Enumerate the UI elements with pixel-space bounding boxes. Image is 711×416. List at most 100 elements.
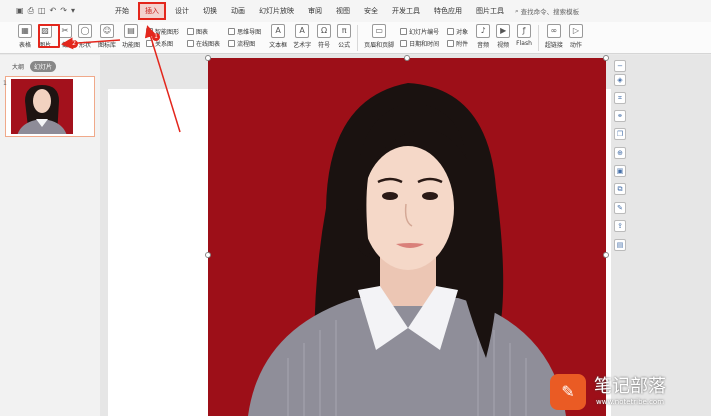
header-footer-button[interactable]: ▭ 页眉和页脚 — [364, 22, 394, 54]
tab-transition[interactable]: 切换 — [196, 0, 224, 22]
table-button[interactable]: ▦ 表格 — [18, 22, 32, 54]
flowchart-button[interactable]: 流程图 — [228, 39, 261, 48]
chart-button[interactable]: 图表 — [187, 27, 220, 36]
hyperlink-button[interactable]: ∞ 超链接 — [545, 22, 563, 54]
image-icon[interactable]: ▣ — [614, 165, 626, 177]
function-chart-button[interactable]: ▤ 功能图 — [122, 22, 140, 54]
redo-icon[interactable]: ↷ — [60, 7, 67, 15]
resize-handle-mid-left[interactable] — [205, 252, 211, 258]
resize-handle-top-right[interactable] — [603, 55, 609, 61]
mindmap-label: 思维导图 — [237, 28, 262, 36]
zoom-icon[interactable]: ⊕ — [614, 147, 626, 159]
mindmap-button[interactable]: 思维导图 — [228, 27, 261, 36]
object-button[interactable]: 对象 — [447, 27, 468, 36]
shape-label: 形状 — [78, 42, 91, 49]
action-button[interactable]: ▷ 动作 — [568, 22, 583, 54]
resize-handle-mid-right[interactable] — [603, 252, 609, 258]
online-chart-label: 在线图表 — [196, 40, 221, 48]
formula-label: 公式 — [338, 42, 351, 49]
portrait-image — [248, 83, 566, 416]
step-badge-2: 2 — [70, 40, 78, 48]
action-icon: ▷ — [568, 24, 583, 38]
flash-icon: ƒ — [517, 24, 532, 38]
link-icon[interactable]: ⚭ — [614, 110, 626, 122]
smartart-group: 智能图形 关系图 — [146, 22, 179, 52]
pencil-logo-icon: ✎ — [550, 374, 586, 410]
hyperlink-icon: ∞ — [546, 24, 561, 38]
slide-number-button[interactable]: 幻灯片编号 — [400, 27, 439, 36]
portrait-photo[interactable] — [208, 58, 606, 416]
object-group: 对象 附件 — [447, 22, 468, 52]
mindmap-group: 思维导图 流程图 — [228, 22, 261, 52]
shape-button[interactable]: ◯ 形状 — [78, 22, 92, 54]
tab-developer[interactable]: 开发工具 — [385, 0, 427, 22]
save-icon[interactable]: ▣ — [16, 7, 24, 15]
export-icon[interactable]: ⇪ — [614, 220, 626, 232]
tab-slides[interactable]: 幻灯片 — [30, 61, 57, 72]
symbol-button[interactable]: Ω 符号 — [317, 22, 332, 54]
tab-outline[interactable]: 大纲 — [12, 62, 24, 71]
crop-icon[interactable]: ⌗ — [614, 92, 626, 104]
tab-review[interactable]: 审阅 — [301, 0, 329, 22]
tab-view[interactable]: 视图 — [329, 0, 357, 22]
collapse-icon[interactable]: − — [614, 60, 626, 72]
slide-number-group: 幻灯片编号 日期和时间 — [400, 22, 439, 52]
tab-picture-tools[interactable]: 图片工具 — [469, 0, 511, 22]
header-footer-icon: ▭ — [372, 24, 387, 38]
search-label: 查找命令、搜索模板 — [520, 8, 580, 16]
slide-thumbnail[interactable] — [5, 76, 95, 137]
audio-icon: ♪ — [476, 24, 491, 38]
watermark: ✎ 笔记部落 www.notetribe.com — [548, 368, 711, 416]
duplicate-icon[interactable]: ⧉ — [614, 183, 626, 195]
tab-slideshow[interactable]: 幻灯片放映 — [252, 0, 301, 22]
ribbon-separator — [357, 25, 359, 51]
tab-security[interactable]: 安全 — [357, 0, 385, 22]
more-icon[interactable]: ▾ — [71, 7, 75, 15]
command-search[interactable]: ⌕ 查找命令、搜索模板 — [515, 6, 580, 17]
right-tool-strip: − ◈ ⌗ ⚭ ❐ ⊕ ▣ ⧉ ✎ ⇪ ▤ — [611, 55, 711, 416]
table-icon: ▦ — [18, 24, 32, 38]
flowchart-icon — [228, 39, 236, 47]
wordart-button[interactable]: A 艺术字 — [293, 22, 311, 54]
tab-special[interactable]: 特色应用 — [427, 0, 469, 22]
function-chart-icon: ▤ — [124, 24, 139, 38]
flash-button[interactable]: ƒ Flash — [516, 22, 532, 54]
copy-icon[interactable]: ❐ — [614, 128, 626, 140]
ribbon-tabs: 开始 插入 设计 切换 动画 幻灯片放映 审阅 视图 安全 开发工具 特色应用 … — [108, 0, 511, 22]
resize-handle-top-left[interactable] — [205, 55, 211, 61]
tab-home[interactable]: 开始 — [108, 0, 136, 22]
audio-button[interactable]: ♪ 音频 — [476, 22, 491, 54]
icon-library-button[interactable]: ☺ 图标库 — [98, 22, 116, 54]
slide-number-label: 幻灯片编号 — [409, 28, 440, 36]
quick-access-toolbar: ▣ ⎙ ◫ ↶ ↷ ▾ — [0, 7, 108, 15]
thumbnail-portrait-image — [17, 85, 67, 134]
print-icon[interactable]: ⎙ — [28, 7, 34, 15]
online-chart-button[interactable]: 在线图表 — [187, 39, 220, 48]
edit-icon[interactable]: ✎ — [614, 202, 626, 214]
video-button[interactable]: ▶ 视频 — [496, 22, 511, 54]
function-chart-label: 功能图 — [122, 42, 141, 49]
attachment-button[interactable]: 附件 — [447, 39, 468, 48]
tab-animation[interactable]: 动画 — [224, 0, 252, 22]
smartart-button[interactable]: 智能图形 — [146, 27, 179, 36]
flash-label: Flash — [516, 40, 532, 47]
resize-handle-top-center[interactable] — [404, 55, 410, 61]
layers-icon[interactable]: ◈ — [614, 74, 626, 86]
menu-bar: ▣ ⎙ ◫ ↶ ↷ ▾ 开始 插入 设计 切换 动画 幻灯片放映 审阅 视图 安… — [0, 0, 711, 22]
preview-icon[interactable]: ◫ — [38, 7, 46, 15]
datetime-button[interactable]: 日期和时间 — [400, 39, 439, 48]
tab-design[interactable]: 设计 — [168, 0, 196, 22]
relation-button[interactable]: 关系图 — [146, 39, 179, 48]
watermark-title: 笔记部落 — [594, 376, 666, 397]
settings-icon[interactable]: ▤ — [614, 239, 626, 251]
wordart-label: 艺术字 — [293, 42, 312, 49]
textbox-button[interactable]: A 文本框 — [269, 22, 287, 54]
formula-button[interactable]: π 公式 — [337, 22, 352, 54]
attachment-icon — [447, 39, 455, 47]
tab-insert[interactable]: 插入 — [138, 2, 166, 20]
icon-library-icon: ☺ — [100, 24, 114, 38]
thumbnail-slide-content — [8, 79, 92, 134]
screenshot-button[interactable]: ✂ 截 — [58, 22, 72, 54]
object-label: 对象 — [456, 28, 469, 36]
undo-icon[interactable]: ↶ — [50, 7, 57, 15]
